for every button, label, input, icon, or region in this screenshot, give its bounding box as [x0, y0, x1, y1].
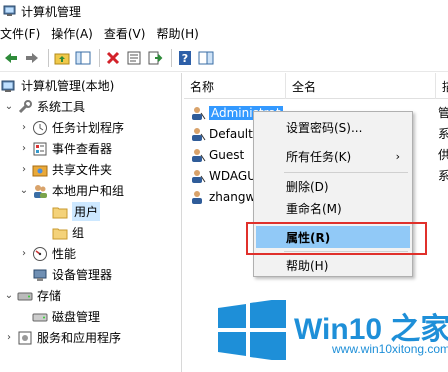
- shared-folder-icon: [32, 162, 48, 178]
- device-manager-icon: [32, 267, 48, 283]
- tree-node-services-apps[interactable]: › 服务和应用程序: [4, 327, 121, 348]
- toolbar: ?: [0, 44, 448, 72]
- show-hide-tree-icon[interactable]: [74, 49, 92, 67]
- folder-icon: [52, 204, 68, 220]
- performance-icon: [32, 246, 48, 262]
- forward-arrow-icon[interactable]: [23, 49, 41, 67]
- tree-node-groups[interactable]: 组: [52, 222, 84, 243]
- storage-icon: [17, 288, 33, 304]
- tree-node-storage[interactable]: ⌄ 存储: [4, 285, 61, 306]
- delete-icon[interactable]: [104, 49, 122, 67]
- chevron-right-icon[interactable]: ›: [4, 332, 14, 343]
- user-description: 系: [438, 127, 448, 141]
- computer-management-icon: [3, 4, 17, 18]
- folder-icon: [52, 225, 68, 241]
- toolbar-divider: [48, 48, 49, 67]
- chevron-right-icon[interactable]: ›: [19, 143, 29, 154]
- ctx-item-label: 帮助(H): [286, 258, 329, 273]
- ctx-delete[interactable]: 删除(D): [256, 175, 410, 197]
- users-icon: [32, 183, 48, 199]
- tools-icon: [17, 99, 33, 115]
- show-action-pane-icon[interactable]: [197, 49, 215, 67]
- menu-action[interactable]: 操作(A): [51, 25, 95, 42]
- svg-text:?: ?: [182, 52, 188, 65]
- back-arrow-icon[interactable]: [2, 49, 20, 67]
- user-icon: [190, 189, 206, 205]
- highlight-box: [246, 222, 427, 255]
- watermark-url: www.win10xitong.com: [332, 342, 448, 356]
- ctx-all-tasks[interactable]: 所有任务(K) ›: [256, 145, 410, 167]
- up-folder-icon[interactable]: [53, 49, 71, 67]
- ctx-item-label: 重命名(M): [286, 201, 342, 216]
- toolbar-divider: [171, 48, 172, 67]
- chevron-right-icon: ›: [395, 149, 400, 163]
- menu-view[interactable]: 查看(V): [104, 25, 148, 42]
- user-description: 供: [438, 148, 448, 162]
- computer-management-icon: [1, 78, 17, 94]
- ctx-item-label: 设置密码(S)...: [286, 120, 363, 135]
- list-header: 名称 全名 描: [184, 73, 448, 99]
- user-description: 系: [438, 169, 448, 183]
- user-icon: [190, 147, 206, 163]
- tree-node-system-tools[interactable]: ⌄ 系统工具: [4, 96, 85, 117]
- chevron-right-icon[interactable]: ›: [19, 248, 29, 259]
- chevron-right-icon[interactable]: ›: [19, 164, 29, 175]
- ctx-item-label: 所有任务(K): [286, 149, 352, 164]
- help-icon[interactable]: ?: [176, 49, 194, 67]
- ctx-item-label: 删除(D): [286, 179, 329, 194]
- properties-icon[interactable]: [125, 49, 143, 67]
- clock-icon: [32, 120, 48, 136]
- column-header-name[interactable]: 名称: [184, 73, 286, 99]
- navigation-tree: 计算机管理(本地) ⌄ 系统工具 › 任务计划程序 › 事件查看器 › 共享文件…: [0, 73, 182, 372]
- column-header-fullname[interactable]: 全名: [286, 73, 436, 99]
- tree-node-shared-folders[interactable]: › 共享文件夹: [19, 159, 112, 180]
- tree-node-users[interactable]: 用户: [52, 201, 101, 222]
- user-name: WDAGU: [209, 168, 256, 183]
- windows-logo-icon: [218, 300, 286, 360]
- tree-node-device-manager[interactable]: 设备管理器: [32, 264, 112, 285]
- menu-help[interactable]: 帮助(H): [156, 25, 200, 42]
- column-header-description[interactable]: 描: [436, 73, 448, 99]
- user-icon: [190, 126, 206, 142]
- event-viewer-icon: [32, 141, 48, 157]
- user-name: Guest: [209, 147, 245, 162]
- tree-node-disk-management[interactable]: 磁盘管理: [32, 306, 100, 327]
- chevron-down-icon[interactable]: ⌄: [4, 101, 14, 112]
- menu-bar: 文件(F) 操作(A) 查看(V) 帮助(H): [0, 22, 448, 44]
- tree-node-event-viewer[interactable]: › 事件查看器: [19, 138, 112, 159]
- disk-icon: [32, 309, 48, 325]
- window-title: 计算机管理: [21, 4, 82, 19]
- menu-separator: [284, 172, 408, 173]
- ctx-set-password[interactable]: 设置密码(S)...: [256, 116, 410, 138]
- menu-file[interactable]: 文件(F): [0, 25, 42, 42]
- chevron-down-icon[interactable]: ⌄: [19, 185, 29, 196]
- user-icon: [190, 105, 206, 121]
- export-list-icon[interactable]: [146, 49, 164, 67]
- title-bar: 计算机管理: [0, 0, 448, 22]
- ctx-help[interactable]: 帮助(H): [256, 254, 410, 276]
- tree-node-computer-management[interactable]: 计算机管理(本地): [1, 75, 114, 96]
- tree-node-performance[interactable]: › 性能: [19, 243, 76, 264]
- user-description: 管: [438, 106, 448, 120]
- chevron-right-icon[interactable]: ›: [19, 122, 29, 133]
- user-name: zhangw: [209, 189, 256, 204]
- services-icon: [17, 330, 33, 346]
- watermark: Win10 之家 www.win10xitong.com: [216, 300, 448, 372]
- toolbar-divider: [99, 48, 100, 67]
- tree-node-local-users-groups[interactable]: ⌄ 本地用户和组: [19, 180, 124, 201]
- tree-node-task-scheduler[interactable]: › 任务计划程序: [19, 117, 124, 138]
- ctx-rename[interactable]: 重命名(M): [256, 197, 410, 219]
- user-icon: [190, 168, 206, 184]
- chevron-down-icon[interactable]: ⌄: [4, 290, 14, 301]
